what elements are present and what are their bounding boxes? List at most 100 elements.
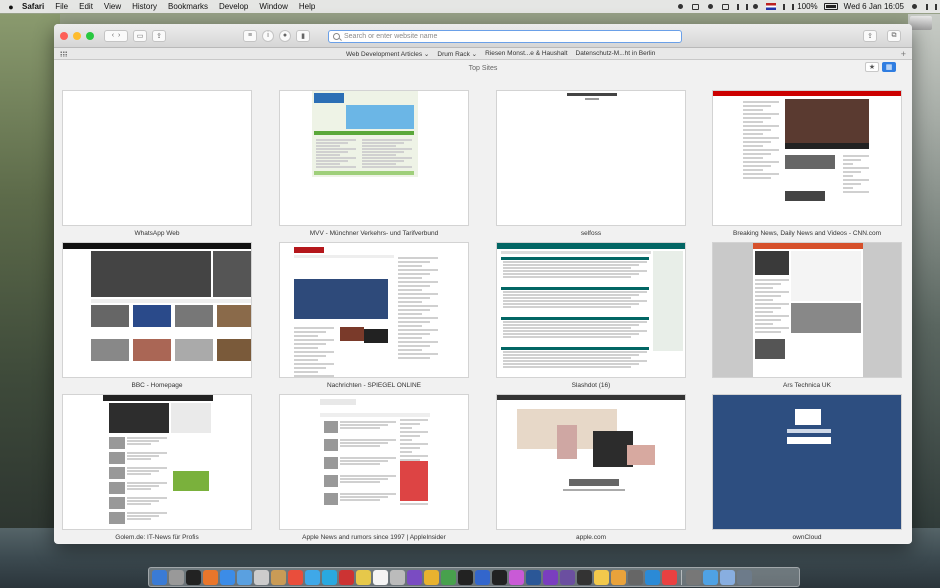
menu-view[interactable]: View [104, 2, 121, 11]
share-button[interactable]: ⇪ [863, 30, 877, 42]
display-icon[interactable] [721, 3, 730, 11]
dock-app-icon[interactable] [737, 569, 752, 585]
menu-app-safari[interactable]: Safari [22, 2, 44, 11]
dock-app-icon[interactable] [441, 569, 456, 585]
archive-icon[interactable] [691, 3, 700, 11]
dock-app-icon[interactable] [373, 569, 388, 585]
share-button-left[interactable]: ⇪ [152, 29, 166, 42]
dock-app-icon[interactable] [305, 569, 320, 585]
bluetooth-icon[interactable] [736, 3, 749, 11]
dock-app-icon[interactable] [220, 569, 235, 585]
dock-app-icon[interactable] [254, 569, 269, 585]
dropbox-icon[interactable] [676, 3, 685, 11]
new-tab-icon[interactable]: + [901, 49, 906, 59]
dock-app-icon[interactable] [152, 569, 167, 585]
show-tabs-button[interactable]: ⧉ [887, 30, 901, 42]
dock-app-icon[interactable] [271, 569, 286, 585]
menu-file[interactable]: File [55, 2, 68, 11]
zoom-window-button[interactable] [86, 31, 94, 40]
favorite-drum-rack[interactable]: Drum Rack ⌄ [437, 50, 477, 58]
top-site-thumbnail[interactable] [279, 90, 469, 226]
dock-app-icon[interactable] [645, 569, 660, 585]
menubar-clock[interactable]: Wed 6 Jan 16:05 [844, 2, 904, 11]
top-site-tile[interactable]: Apple News and rumors since 1997 | Apple… [279, 394, 469, 541]
favorite-riesen-monster[interactable]: Riesen Monst...e & Haushalt [485, 50, 567, 58]
input-source-flag-icon[interactable] [766, 3, 777, 10]
top-site-tile[interactable]: Ars Technica UK [712, 242, 902, 389]
battery-icon[interactable] [823, 3, 838, 10]
top-site-thumbnail[interactable] [496, 90, 686, 226]
info-button[interactable]: i [262, 29, 274, 42]
menu-edit[interactable]: Edit [79, 2, 93, 11]
top-site-tile[interactable]: MVV - Münchner Verkehrs- und Tarifverbun… [279, 90, 469, 237]
dock-app-icon[interactable] [186, 569, 201, 585]
top-site-thumbnail[interactable] [712, 394, 902, 530]
top-site-thumbnail[interactable] [62, 242, 252, 378]
close-window-button[interactable] [60, 31, 68, 40]
dock-app-icon[interactable] [611, 569, 626, 585]
menu-bookmarks[interactable]: Bookmarks [168, 2, 208, 11]
dock-app-icon[interactable] [356, 569, 371, 585]
back-icon[interactable]: ‹ [112, 32, 114, 39]
dock-app-icon[interactable] [424, 569, 439, 585]
top-site-thumbnail[interactable] [279, 394, 469, 530]
menu-history[interactable]: History [132, 2, 157, 11]
top-site-thumbnail[interactable] [62, 90, 252, 226]
minimize-window-button[interactable] [73, 31, 81, 40]
favorite-web-development-articles[interactable]: Web Development Articles ⌄ [346, 50, 429, 58]
dock-app-icon[interactable] [475, 569, 490, 585]
dock-app-icon[interactable] [686, 569, 701, 585]
favorite-datenschutz[interactable]: Datenschutz-M...ht in Berlin [576, 50, 656, 58]
dock-app-icon[interactable] [560, 569, 575, 585]
menu-help[interactable]: Help [299, 2, 315, 11]
address-bar[interactable]: Search or enter website name [328, 30, 682, 43]
dock-app-icon[interactable] [203, 569, 218, 585]
dock-app-icon[interactable] [720, 569, 735, 585]
top-site-thumbnail[interactable] [496, 394, 686, 530]
top-site-tile[interactable]: Golem.de: IT-News für Profis [62, 394, 252, 541]
top-site-thumbnail[interactable] [712, 90, 902, 226]
menu-develop[interactable]: Develop [219, 2, 248, 11]
wifi-icon[interactable] [751, 3, 760, 11]
spotlight-icon[interactable] [910, 3, 919, 11]
dock-app-icon[interactable] [594, 569, 609, 585]
dock-app-icon[interactable] [662, 569, 677, 585]
dock-app-icon[interactable] [237, 569, 252, 585]
top-site-thumbnail[interactable] [496, 242, 686, 378]
back-forward-buttons[interactable]: ‹ › [104, 29, 128, 42]
battery-percent[interactable]: 100% [797, 2, 817, 11]
dock-app-icon[interactable] [543, 569, 558, 585]
dock-app-icon[interactable] [339, 569, 354, 585]
dock-app-icon[interactable] [526, 569, 541, 585]
time-machine-icon[interactable] [706, 3, 715, 11]
dock-app-icon[interactable] [509, 569, 524, 585]
forward-icon[interactable]: › [118, 32, 120, 39]
notification-center-icon[interactable] [925, 3, 937, 11]
top-sites-grid-icon[interactable]: ▦ [882, 62, 896, 72]
hard-drive-icon[interactable] [910, 16, 932, 30]
top-site-tile[interactable]: selfoss [496, 90, 686, 237]
top-site-thumbnail[interactable] [712, 242, 902, 378]
top-site-tile[interactable]: WhatsApp Web [62, 90, 252, 237]
trash-button[interactable]: ▮ [296, 29, 310, 42]
top-site-tile[interactable]: Slashdot (16) [496, 242, 686, 389]
dock-app-icon[interactable] [492, 569, 507, 585]
top-site-tile[interactable]: Breaking News, Daily News and Videos - C… [712, 90, 902, 237]
top-site-thumbnail[interactable] [62, 394, 252, 530]
dock-app-icon[interactable] [628, 569, 643, 585]
dock-app-icon[interactable] [390, 569, 405, 585]
show-all-bookmarks-icon[interactable] [60, 51, 67, 57]
dock-app-icon[interactable] [169, 569, 184, 585]
reader-button[interactable]: ≡ [243, 29, 257, 42]
apple-menu-icon[interactable]: ● [6, 2, 16, 12]
dock-app-icon[interactable] [458, 569, 473, 585]
top-site-tile[interactable]: Nachrichten - SPIEGEL ONLINE [279, 242, 469, 389]
top-site-tile[interactable]: BBC - Homepage [62, 242, 252, 389]
dock-app-icon[interactable] [407, 569, 422, 585]
top-site-tile[interactable]: ownCloud [712, 394, 902, 541]
top-site-thumbnail[interactable] [279, 242, 469, 378]
dock-app-icon[interactable] [322, 569, 337, 585]
dock-app-icon[interactable] [288, 569, 303, 585]
top-site-tile[interactable]: apple.com [496, 394, 686, 541]
extension-button[interactable]: ● [279, 29, 291, 42]
